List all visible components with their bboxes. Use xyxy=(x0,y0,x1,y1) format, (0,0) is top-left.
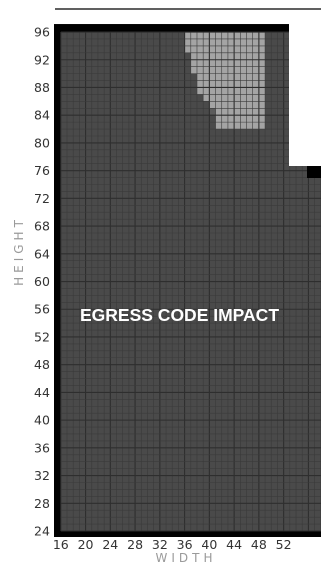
overlay-marker xyxy=(307,166,321,178)
y-tick-label: 80 xyxy=(34,135,50,150)
y-tick-label: 52 xyxy=(34,329,50,344)
y-tick-label: 84 xyxy=(34,108,50,123)
x-tick-label: 20 xyxy=(78,537,94,552)
x-tick-label: 44 xyxy=(226,537,242,552)
y-tick-label: 64 xyxy=(34,246,50,261)
x-axis-ticks: 16 20 24 28 32 36 40 44 48 52 xyxy=(53,537,292,552)
heatmap-cell-compliant xyxy=(209,101,266,109)
y-tick-label: 76 xyxy=(34,163,50,178)
x-tick-label: 28 xyxy=(127,537,143,552)
x-tick-label: 16 xyxy=(53,537,69,552)
y-axis-ticks: 24 28 32 36 40 44 48 52 56 60 64 68 72 76 80 84 88 92 96 xyxy=(34,25,50,539)
heatmap-cell-compliant xyxy=(184,32,266,53)
heatmap-cell-compliant xyxy=(196,73,266,95)
x-axis-label: WIDTH xyxy=(156,551,217,565)
y-tick-label: 24 xyxy=(34,524,50,539)
heatmap-cell-edge xyxy=(209,108,216,116)
y-tick-label: 88 xyxy=(34,80,50,95)
y-tick-label: 32 xyxy=(34,468,50,483)
x-tick-label: 52 xyxy=(276,537,292,552)
plot-area xyxy=(54,20,321,538)
overlay-box xyxy=(289,20,321,166)
chart-annotation: EGRESS CODE IMPACT xyxy=(80,305,279,325)
y-tick-label: 36 xyxy=(34,440,50,455)
y-tick-label: 28 xyxy=(34,496,50,511)
x-tick-label: 48 xyxy=(251,537,267,552)
x-tick-label: 36 xyxy=(177,537,193,552)
chart-svg: 24 28 32 36 40 44 48 52 56 60 64 68 72 76 80 84 88 92 96 1… xyxy=(12,8,321,565)
y-tick-label: 40 xyxy=(34,413,50,428)
y-tick-label: 56 xyxy=(34,302,50,317)
y-tick-label: 48 xyxy=(34,357,50,372)
y-tick-label: 92 xyxy=(34,52,50,67)
x-tick-label: 32 xyxy=(152,537,168,552)
y-tick-label: 44 xyxy=(34,385,50,400)
y-tick-label: 96 xyxy=(34,25,50,40)
y-tick-label: 68 xyxy=(34,219,50,234)
x-tick-label: 40 xyxy=(201,537,217,552)
y-axis-label: HEIGHT xyxy=(12,216,26,286)
x-tick-label: 24 xyxy=(102,537,118,552)
y-tick-label: 60 xyxy=(34,274,50,289)
y-tick-label: 72 xyxy=(34,191,50,206)
